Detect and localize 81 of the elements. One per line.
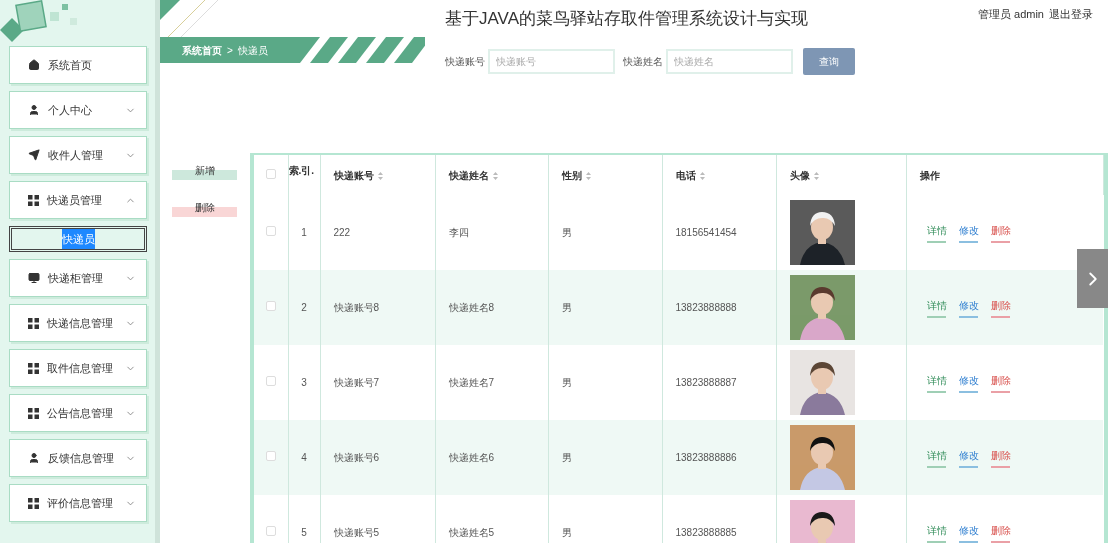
grid-icon — [28, 497, 39, 509]
field-label: 快递姓名 — [623, 54, 663, 69]
action-link[interactable]: 修改 — [958, 522, 979, 543]
breadcrumb-separator: > — [227, 43, 233, 58]
table-cell: 男 — [561, 377, 572, 388]
table-cell: 1 — [301, 227, 307, 238]
search-field[interactable]: 快递账号 — [488, 48, 615, 74]
menu-item[interactable]: 评价信息管理 — [9, 484, 147, 522]
user-icon — [28, 452, 40, 464]
action-link[interactable]: 修改 — [958, 447, 979, 468]
table-cell: 2 — [301, 302, 307, 313]
menu-item[interactable]: 公告信息管理 — [9, 394, 147, 432]
user-label: 管理员 admin — [977, 7, 1044, 22]
logout-link[interactable]: 退出登录 — [1049, 6, 1093, 153]
action-link[interactable]: 详情 — [926, 522, 947, 543]
action-link[interactable]: 删除 — [990, 372, 1011, 393]
table-cell: 5 — [301, 527, 307, 538]
checkbox[interactable] — [265, 376, 276, 386]
breadcrumb-current: 快递员 — [237, 43, 268, 58]
search-field[interactable]: 快递姓名 — [666, 48, 793, 74]
menu-item[interactable]: 反馈信息管理 — [9, 439, 147, 477]
action-link[interactable]: 删除 — [990, 222, 1011, 243]
action-link[interactable]: 删除 — [990, 522, 1011, 543]
next-button[interactable] — [1077, 249, 1108, 308]
checkbox[interactable] — [265, 451, 276, 461]
table-cell: 男 — [561, 452, 572, 463]
menu-item[interactable]: 收件人管理 — [9, 136, 147, 174]
table-cell: 4 — [301, 452, 307, 463]
action-link[interactable]: 修改 — [958, 297, 979, 318]
table-cell: 快递账号5 — [333, 527, 380, 538]
field-label: 快递账号 — [445, 54, 485, 69]
menu-item[interactable]: 快递柜管理 — [9, 259, 147, 297]
home-icon — [28, 59, 40, 71]
menu-item[interactable]: 系统首页 — [9, 46, 147, 84]
action-link[interactable]: 详情 — [926, 447, 947, 468]
sort-icon — [699, 171, 705, 180]
table-cell: 13823888886 — [675, 452, 737, 463]
table-cell: 13823888887 — [675, 377, 737, 388]
table-cell: 3 — [301, 377, 307, 388]
table-cell: 男 — [561, 527, 572, 538]
table-cell: 男 — [561, 227, 572, 238]
menu-item[interactable]: 快递员管理 — [9, 181, 147, 219]
grid-icon — [28, 317, 39, 329]
grid-icon — [28, 407, 39, 419]
table-cell: 18156541454 — [675, 227, 737, 238]
table-cell: 快递账号6 — [333, 452, 380, 463]
table-cell: 13823888885 — [675, 527, 737, 538]
action-link[interactable]: 详情 — [926, 222, 947, 243]
monitor-icon — [28, 272, 40, 284]
table-cell: 男 — [561, 302, 572, 313]
checkbox[interactable] — [265, 168, 276, 179]
grid-icon — [28, 362, 39, 374]
checkbox[interactable] — [265, 526, 276, 536]
grid-icon — [28, 194, 39, 206]
sort-icon — [492, 171, 498, 180]
sort-icon — [813, 171, 819, 180]
menu-item[interactable]: 快递信息管理 — [9, 304, 147, 342]
table-cell: 李四 — [448, 227, 469, 238]
sort-icon — [585, 171, 591, 180]
user-icon — [28, 104, 40, 116]
table-cell: 快递账号8 — [333, 302, 380, 313]
sort-icon — [377, 171, 383, 180]
table-cell: 快递姓名8 — [448, 302, 495, 313]
checkbox[interactable] — [265, 226, 276, 236]
table-cell: 13823888888 — [675, 302, 737, 313]
action-link[interactable]: 详情 — [926, 372, 947, 393]
action-link[interactable]: 删除 — [990, 297, 1011, 318]
menu-item[interactable]: 个人中心 — [9, 91, 147, 129]
table-cell: 快递姓名7 — [448, 377, 495, 388]
action-link[interactable]: 修改 — [958, 372, 979, 393]
table-cell: 快递账号7 — [333, 377, 380, 388]
checkbox[interactable] — [265, 301, 276, 311]
table-cell: 快递姓名5 — [448, 527, 495, 538]
send-icon — [28, 149, 40, 161]
action-link[interactable]: 修改 — [958, 222, 979, 243]
action-link[interactable]: 详情 — [926, 297, 947, 318]
menu-item[interactable]: 取件信息管理 — [9, 349, 147, 387]
page-title: 基于JAVA的菜鸟驿站存取件管理系统设计与实现 — [445, 8, 809, 30]
action-link[interactable]: 删除 — [990, 447, 1011, 468]
table-cell: 快递姓名6 — [448, 452, 495, 463]
table-cell: 222 — [333, 227, 351, 238]
